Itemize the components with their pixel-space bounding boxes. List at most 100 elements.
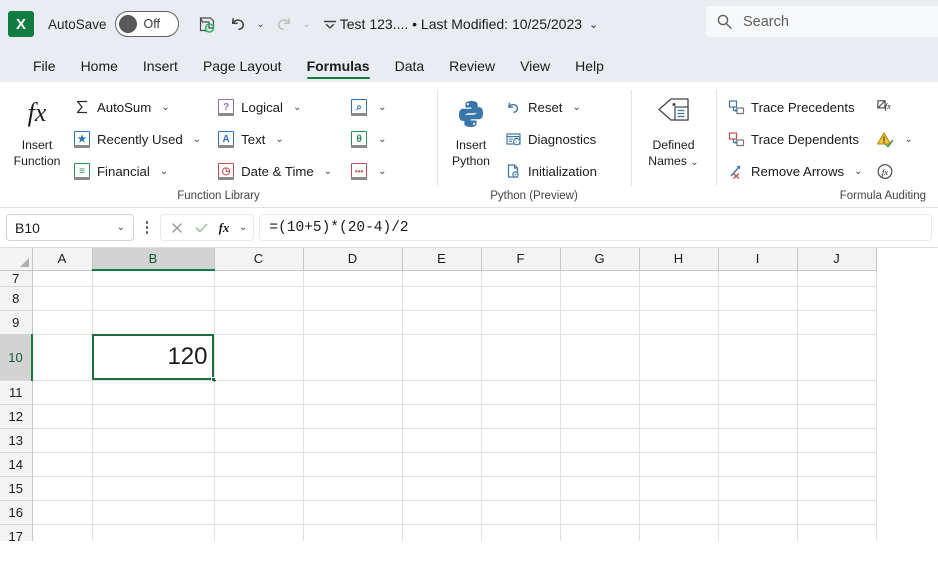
cell-D8[interactable]: [303, 286, 403, 311]
cell-J17[interactable]: [797, 524, 877, 541]
cell-C17[interactable]: [214, 524, 304, 541]
cell-A14[interactable]: [32, 452, 93, 477]
tab-review[interactable]: Review: [438, 55, 506, 82]
cell-A9[interactable]: [32, 310, 93, 335]
cell-B13[interactable]: [92, 428, 215, 453]
cell-H10[interactable]: [639, 334, 719, 381]
cell-F14[interactable]: [481, 452, 561, 477]
name-box-caret-icon[interactable]: ⌄: [117, 222, 125, 233]
cell-H7[interactable]: [639, 270, 719, 287]
row-header-15[interactable]: 15: [0, 476, 33, 501]
cell-A15[interactable]: [32, 476, 93, 501]
cell-J14[interactable]: [797, 452, 877, 477]
show-formulas-button[interactable]: fx: [871, 91, 917, 123]
column-header-e[interactable]: E: [402, 248, 482, 271]
cell-A10[interactable]: [32, 334, 93, 381]
cell-F10[interactable]: [481, 334, 561, 381]
cell-H8[interactable]: [639, 286, 719, 311]
cell-E7[interactable]: [402, 270, 482, 287]
row-header-11[interactable]: 11: [0, 380, 33, 405]
autosum-button[interactable]: AutoSum ⌄: [68, 91, 206, 123]
column-header-c[interactable]: C: [214, 248, 304, 271]
cell-E8[interactable]: [402, 286, 482, 311]
cell-C8[interactable]: [214, 286, 304, 311]
cell-I14[interactable]: [718, 452, 798, 477]
more-options-icon[interactable]: [139, 221, 155, 234]
cell-G9[interactable]: [560, 310, 640, 335]
cell-J7[interactable]: [797, 270, 877, 287]
trace-dependents-button[interactable]: Trace Dependents: [722, 123, 867, 155]
cell-B16[interactable]: [92, 500, 215, 525]
enter-button[interactable]: [191, 221, 211, 235]
cell-J9[interactable]: [797, 310, 877, 335]
column-header-g[interactable]: G: [560, 248, 640, 271]
cell-B11[interactable]: [92, 380, 215, 405]
cell-F17[interactable]: [481, 524, 561, 541]
tab-view[interactable]: View: [509, 55, 561, 82]
cell-F16[interactable]: [481, 500, 561, 525]
cell-B8[interactable]: [92, 286, 215, 311]
financial-button[interactable]: ≡ Financial ⌄: [68, 155, 206, 187]
text-caret-icon[interactable]: ⌄: [275, 134, 283, 145]
tab-formulas[interactable]: Formulas: [296, 55, 381, 82]
cell-E10[interactable]: [402, 334, 482, 381]
cell-D16[interactable]: [303, 500, 403, 525]
cell-A7[interactable]: [32, 270, 93, 287]
cell-I10[interactable]: [718, 334, 798, 381]
cell-H11[interactable]: [639, 380, 719, 405]
cell-A8[interactable]: [32, 286, 93, 311]
autosave-toggle[interactable]: Off: [114, 11, 179, 37]
cell-C9[interactable]: [214, 310, 304, 335]
logical-button[interactable]: ? Logical ⌄: [212, 91, 337, 123]
selected-cell-B10[interactable]: 120: [92, 334, 217, 383]
cell-I13[interactable]: [718, 428, 798, 453]
cell-F15[interactable]: [481, 476, 561, 501]
cell-C14[interactable]: [214, 452, 304, 477]
cell-C10[interactable]: [214, 334, 304, 381]
date-time-caret-icon[interactable]: ⌄: [324, 166, 332, 177]
cell-A11[interactable]: [32, 380, 93, 405]
logical-caret-icon[interactable]: ⌄: [293, 102, 301, 113]
cell-G14[interactable]: [560, 452, 640, 477]
cell-F13[interactable]: [481, 428, 561, 453]
evaluate-formula-button[interactable]: fx: [871, 155, 917, 187]
cell-D11[interactable]: [303, 380, 403, 405]
cell-B14[interactable]: [92, 452, 215, 477]
recently-used-button[interactable]: ★ Recently Used ⌄: [68, 123, 206, 155]
row-header-12[interactable]: 12: [0, 404, 33, 429]
undo-button[interactable]: [223, 9, 253, 39]
cell-E14[interactable]: [402, 452, 482, 477]
python-diagnostics-button[interactable]: i Diagnostics: [499, 123, 602, 155]
insert-python-button[interactable]: Insert Python: [443, 86, 499, 168]
tab-data[interactable]: Data: [384, 55, 436, 82]
cell-J12[interactable]: [797, 404, 877, 429]
column-header-j[interactable]: J: [797, 248, 877, 271]
cell-C13[interactable]: [214, 428, 304, 453]
cell-A13[interactable]: [32, 428, 93, 453]
cell-C11[interactable]: [214, 380, 304, 405]
math-trig-button[interactable]: θ ⌄: [345, 123, 391, 155]
formula-input[interactable]: =(10+5)*(20-4)/2: [259, 214, 932, 241]
cell-H16[interactable]: [639, 500, 719, 525]
cell-B7[interactable]: [92, 270, 215, 287]
cell-C16[interactable]: [214, 500, 304, 525]
cell-D17[interactable]: [303, 524, 403, 541]
select-all-corner[interactable]: [0, 248, 33, 271]
cell-I11[interactable]: [718, 380, 798, 405]
cell-B12[interactable]: [92, 404, 215, 429]
cell-B17[interactable]: [92, 524, 215, 541]
search-box[interactable]: Search: [706, 6, 938, 37]
cell-D9[interactable]: [303, 310, 403, 335]
cell-H13[interactable]: [639, 428, 719, 453]
cell-D13[interactable]: [303, 428, 403, 453]
cell-I8[interactable]: [718, 286, 798, 311]
cell-E11[interactable]: [402, 380, 482, 405]
cell-J13[interactable]: [797, 428, 877, 453]
error-checking-button[interactable]: ⌄: [871, 123, 917, 155]
defined-names-caret-icon[interactable]: ⌄: [690, 157, 698, 168]
row-header-14[interactable]: 14: [0, 452, 33, 477]
row-header-10[interactable]: 10: [0, 334, 33, 381]
tab-file[interactable]: File: [22, 55, 67, 82]
save-button[interactable]: [193, 9, 223, 39]
column-header-h[interactable]: H: [639, 248, 719, 271]
